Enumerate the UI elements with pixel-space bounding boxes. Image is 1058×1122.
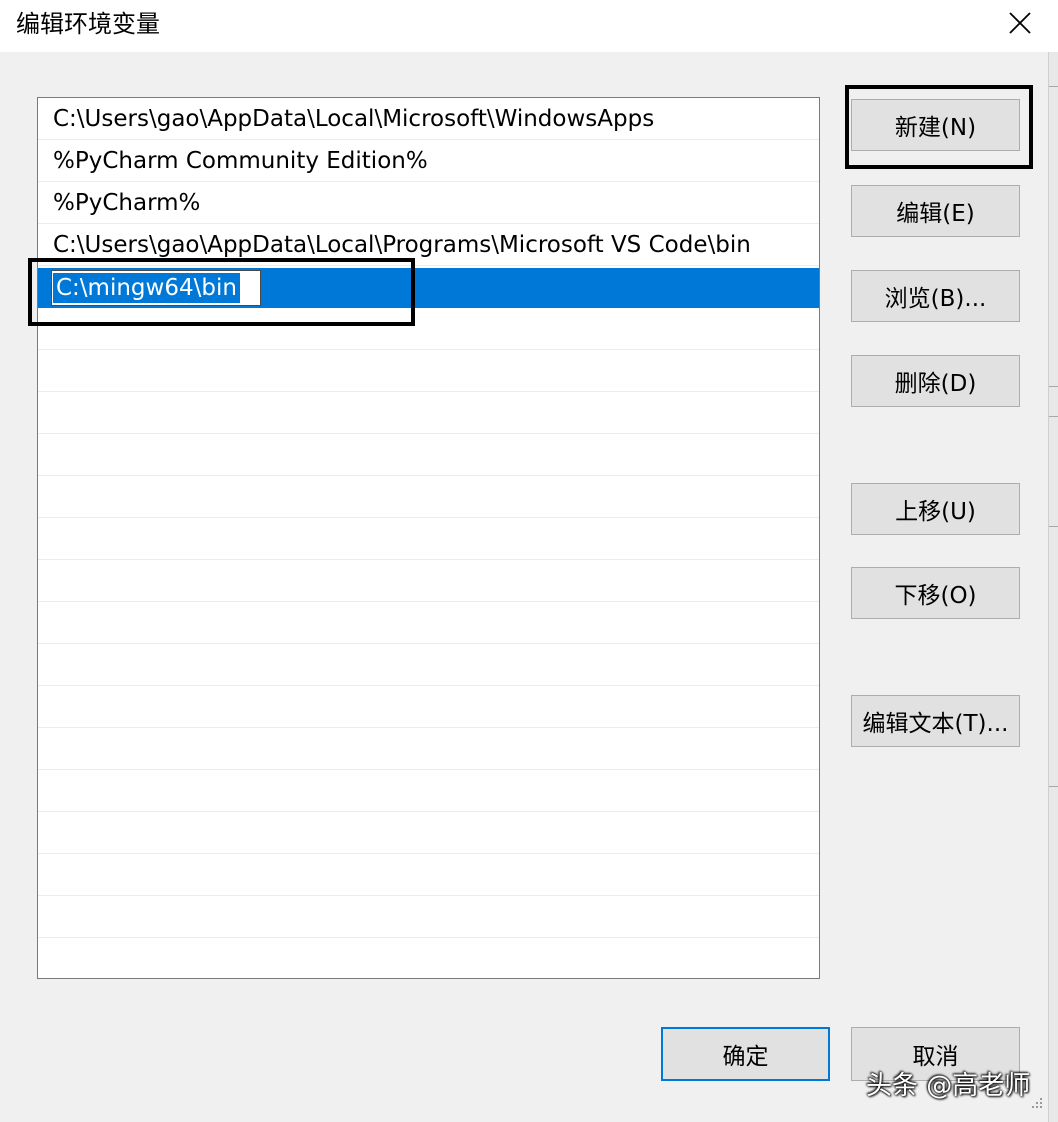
edit-button[interactable]: 编辑(E) <box>851 185 1020 237</box>
empty-row[interactable] <box>38 854 819 896</box>
empty-row[interactable] <box>38 896 819 938</box>
delete-button[interactable]: 删除(D) <box>851 355 1020 407</box>
empty-row[interactable] <box>38 518 819 560</box>
title-bar: 编辑环境变量 <box>0 0 1058 52</box>
move-down-button[interactable]: 下移(O) <box>851 567 1020 619</box>
list-item-label: %PyCharm% <box>53 190 201 216</box>
empty-row[interactable] <box>38 434 819 476</box>
close-icon <box>1009 12 1031 34</box>
list-item-label: C:\Users\gao\AppData\Local\Programs\Micr… <box>53 232 751 258</box>
list-item-label: C:\Users\gao\AppData\Local\Microsoft\Win… <box>53 106 655 132</box>
highlight-box-path <box>28 258 415 326</box>
list-item[interactable]: %PyCharm% <box>38 182 819 224</box>
empty-row[interactable] <box>38 938 819 978</box>
browse-button[interactable]: 浏览(B)... <box>851 270 1020 322</box>
move-up-button[interactable]: 上移(U) <box>851 483 1020 535</box>
list-item-label: %PyCharm Community Edition% <box>53 148 428 174</box>
edit-text-button[interactable]: 编辑文本(T)... <box>851 695 1020 747</box>
ok-button[interactable]: 确定 <box>661 1027 830 1081</box>
empty-row[interactable] <box>38 770 819 812</box>
empty-row[interactable] <box>38 560 819 602</box>
close-button[interactable] <box>996 0 1044 46</box>
path-list[interactable]: C:\Users\gao\AppData\Local\Microsoft\Win… <box>37 97 820 979</box>
empty-row[interactable] <box>38 812 819 854</box>
empty-row[interactable] <box>38 686 819 728</box>
highlight-box-new <box>845 85 1033 169</box>
empty-row[interactable] <box>38 602 819 644</box>
empty-row[interactable] <box>38 728 819 770</box>
window-title: 编辑环境变量 <box>16 10 160 38</box>
list-item[interactable]: C:\Users\gao\AppData\Local\Microsoft\Win… <box>38 98 819 140</box>
empty-row[interactable] <box>38 644 819 686</box>
empty-row[interactable] <box>38 350 819 392</box>
list-item[interactable]: %PyCharm Community Edition% <box>38 140 819 182</box>
empty-row[interactable] <box>38 392 819 434</box>
resize-grip-icon[interactable] <box>1028 1094 1044 1110</box>
window-edge <box>1048 52 1058 1122</box>
empty-row[interactable] <box>38 476 819 518</box>
watermark: 头条 @高老师 <box>866 1071 1031 1101</box>
